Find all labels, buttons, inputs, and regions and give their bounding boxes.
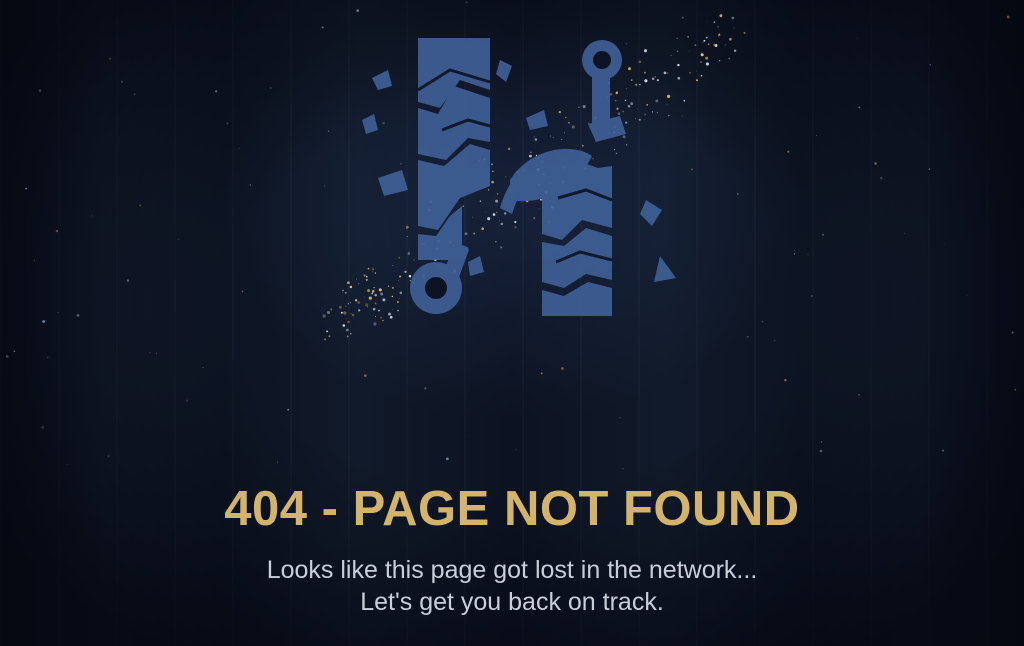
- broken-network-node-icon: [362, 38, 676, 316]
- error-title: 404 - PAGE NOT FOUND: [224, 482, 800, 536]
- error-subtitle: Looks like this page got lost in the net…: [0, 554, 1024, 618]
- error-subtitle-line-2: Let's get you back on track.: [360, 588, 664, 616]
- error-message-block: 404 - PAGE NOT FOUND Looks like this pag…: [0, 478, 1024, 618]
- error-subtitle-line-1: Looks like this page got lost in the net…: [266, 556, 758, 584]
